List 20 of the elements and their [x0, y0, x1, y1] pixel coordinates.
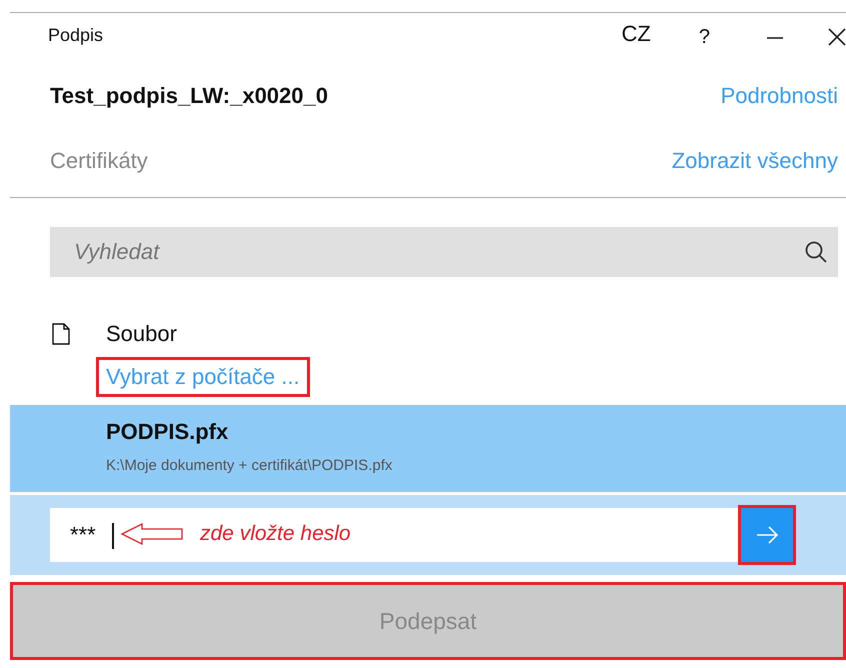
password-field[interactable]: *** zde vložte heslo — [50, 508, 796, 562]
document-name: Test_podpis_LW:_x0020_0 — [50, 83, 328, 109]
submit-button[interactable] — [738, 505, 796, 565]
search-field[interactable]: Vyhledat — [50, 227, 838, 277]
text-cursor — [112, 523, 114, 549]
annotation-text: zde vložte heslo — [200, 522, 351, 546]
certificate-path: K:\Moje dokumenty + certifikát\PODPIS.pfx — [106, 457, 394, 474]
window-title: Podpis — [48, 24, 104, 46]
close-icon[interactable] — [828, 28, 846, 46]
file-label: Soubor — [106, 321, 177, 347]
document-icon — [52, 323, 70, 345]
arrow-right-icon — [755, 525, 779, 545]
language-button[interactable]: CZ — [622, 21, 651, 47]
search-input[interactable]: Vyhledat — [72, 238, 804, 266]
help-button[interactable]: ? — [698, 26, 710, 48]
arrow-left-icon — [120, 522, 184, 546]
section-label: Certifikáty — [50, 148, 148, 174]
certificate-item[interactable]: PODPIS.pfx K:\Moje dokumenty + certifikát\PODPIS.pfx — [10, 405, 846, 492]
search-icon[interactable] — [804, 240, 828, 264]
certificate-name: PODPIS.pfx — [106, 419, 230, 445]
